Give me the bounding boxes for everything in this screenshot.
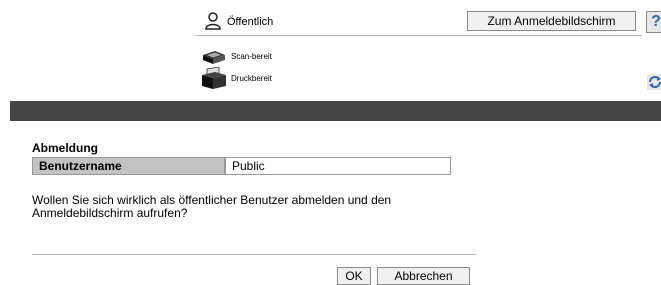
ok-button[interactable]: OK: [337, 267, 371, 285]
print-status: Druckbereit: [231, 74, 272, 83]
help-icon: ?: [651, 13, 661, 30]
help-button[interactable]: ?: [646, 11, 661, 33]
confirmation-message: Wollen Sie sich wirklich als öffentliche…: [32, 193, 392, 220]
section-title: Abmeldung: [32, 141, 98, 155]
header-divider: [195, 35, 642, 36]
printer-icon: [202, 67, 226, 89]
header-band: [10, 101, 661, 121]
scanner-icon: [203, 51, 225, 64]
footer-divider: [32, 254, 476, 255]
username-value: Public: [225, 157, 451, 175]
username-label: Benutzername: [32, 157, 225, 175]
refresh-icon[interactable]: [647, 74, 661, 90]
user-icon: [205, 12, 221, 30]
user-label: Öffentlich: [227, 16, 274, 28]
cancel-button[interactable]: Abbrechen: [377, 267, 470, 285]
login-screen-button[interactable]: Zum Anmeldebildschirm: [467, 11, 636, 31]
scan-status: Scan-bereit: [231, 52, 272, 61]
